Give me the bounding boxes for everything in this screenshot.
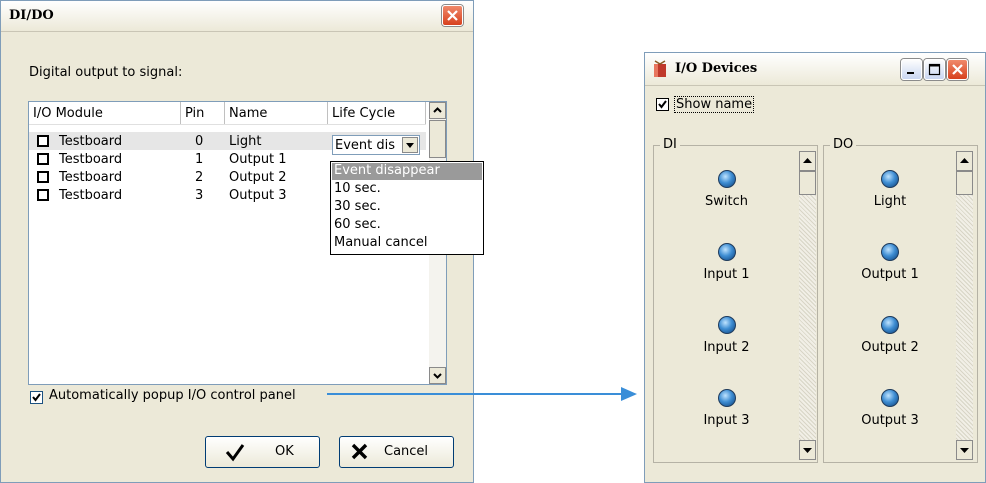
lifecycle-combo[interactable]: Event dis [332,135,420,155]
io-devices-window: I/O Devices Show name DI Switch Input 1 In… [644,52,986,483]
do-group: DO Light Output 1 Output 2 Output 3 [823,137,978,463]
scroll-up-button[interactable] [429,102,446,119]
row-module: Testboard [59,170,123,185]
lifecycle-combo-value: Event dis [335,138,396,153]
dropdown-option[interactable]: 60 sec. [332,217,482,234]
row-module: Testboard [59,134,123,149]
row-pin: 2 [195,170,204,185]
led-label: Light [873,194,907,209]
minimize-icon [907,72,914,74]
led-indicator-icon[interactable] [881,316,899,334]
checkmark-icon [658,100,667,109]
row-name: Output 2 [229,170,287,185]
ok-button[interactable]: OK [205,436,320,468]
dropdown-option[interactable]: 30 sec. [332,199,482,216]
scroll-up-button[interactable] [799,151,816,171]
do-group-title: DO [830,137,857,152]
row-checkbox[interactable] [37,135,49,147]
dido-title: DI/DO [9,8,54,23]
scroll-thumb[interactable] [799,171,816,195]
checkmark-icon [225,444,245,462]
cancel-button[interactable]: Cancel [339,436,454,468]
row-pin: 3 [195,188,204,203]
led-label: Input 2 [703,340,750,355]
row-module: Testboard [59,152,123,167]
io-title: I/O Devices [675,61,758,76]
led-indicator-icon[interactable] [717,170,736,188]
io-titlebar[interactable]: I/O Devices [645,53,985,86]
triangle-down-icon [960,448,969,453]
dido-dialog: DI/DO Digital output to signal: I/O Modu… [0,0,484,483]
led-indicator-icon[interactable] [717,243,736,261]
triangle-down-icon [803,448,812,453]
chevron-down-icon [433,373,442,379]
dropdown-option[interactable]: Event disappear [332,163,482,180]
row-pin: 0 [195,134,204,149]
do-scrollbar[interactable] [956,151,973,460]
scroll-down-button[interactable] [429,367,446,384]
led-label: Output 2 [861,340,919,355]
dido-titlebar[interactable]: DI/DO [1,1,473,32]
row-name: Light [229,134,262,149]
led-label: Switch [705,194,748,209]
io-app-icon [654,60,666,77]
dropdown-option[interactable]: 10 sec. [332,181,482,198]
dropdown-option[interactable]: Manual cancel [332,235,482,252]
list-header: I/O Module Pin Name Life Cycle [29,102,426,125]
maximize-icon [928,63,941,76]
scroll-thumb[interactable] [429,120,446,158]
close-button[interactable] [442,5,463,26]
output-caption: Digital output to signal: [29,65,183,80]
lifecycle-combo-button[interactable] [402,137,418,153]
led-indicator-icon[interactable] [881,389,899,407]
triangle-up-icon [803,158,812,163]
row-checkbox[interactable] [37,153,49,165]
show-name-checkbox[interactable] [656,98,669,111]
led-label: Output 1 [861,267,919,282]
row-pin: 1 [195,152,204,167]
triangle-down-icon [406,143,414,148]
row-name: Output 1 [229,152,287,167]
column-header-module[interactable]: I/O Module [29,102,181,124]
led-label: Input 1 [703,267,750,282]
led-indicator-icon[interactable] [717,316,736,334]
scroll-down-button[interactable] [799,440,816,460]
column-header-lifecycle[interactable]: Life Cycle [328,102,426,124]
column-header-pin[interactable]: Pin [181,102,225,124]
scroll-down-button[interactable] [956,440,973,460]
chevron-up-icon [433,107,442,113]
column-header-name[interactable]: Name [225,102,328,124]
di-group: DI Switch Input 1 Input 2 Input 3 [653,137,818,463]
auto-popup-checkbox[interactable] [30,391,43,404]
row-module: Testboard [59,188,123,203]
row-checkbox[interactable] [37,171,49,183]
connector-arrow [327,387,637,401]
show-name-label[interactable]: Show name [674,96,755,113]
auto-popup-label[interactable]: Automatically popup I/O control panel [49,388,296,403]
row-checkbox[interactable] [37,189,49,201]
cancel-label: Cancel [384,444,429,459]
maximize-button[interactable] [924,59,945,80]
checkmark-icon [32,393,41,402]
lifecycle-dropdown: Event disappear 10 sec. 30 sec. 60 sec. Manu… [330,161,484,255]
led-label: Output 3 [861,413,919,428]
close-button[interactable] [947,59,968,80]
led-label: Input 3 [703,413,750,428]
ok-label: OK [275,444,294,459]
row-name: Output 3 [229,188,287,203]
minimize-button[interactable] [901,59,922,80]
led-indicator-icon[interactable] [881,170,899,188]
led-indicator-icon[interactable] [881,243,899,261]
scroll-up-button[interactable] [956,151,973,171]
close-icon [447,10,458,21]
close-icon [952,64,963,75]
scroll-thumb[interactable] [956,171,973,195]
di-scrollbar[interactable] [799,151,816,460]
cross-icon [351,443,368,460]
di-group-title: DI [660,137,680,152]
led-indicator-icon[interactable] [717,389,736,407]
triangle-up-icon [960,158,969,163]
